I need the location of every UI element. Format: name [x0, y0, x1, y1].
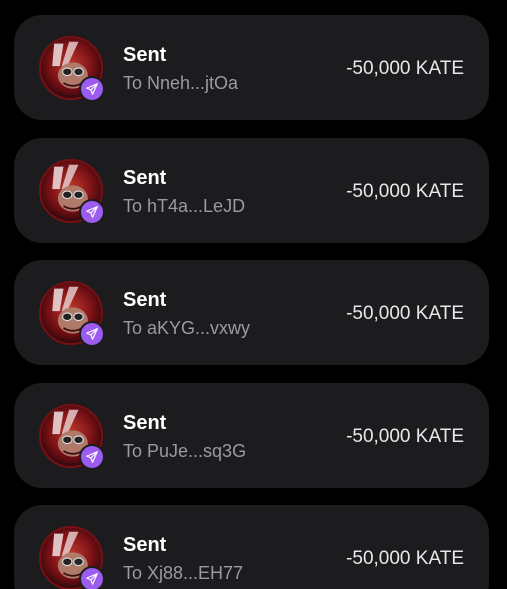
transaction-recipient: To aKYG...vxwy — [123, 318, 251, 338]
transaction-recipient: To Nneh...jtOa — [123, 73, 239, 93]
transaction-recipient: To PuJe...sq3G — [123, 441, 247, 461]
token-avatar-group — [39, 404, 105, 470]
transaction-card[interactable]: Sent To Nneh...jtOa -50,000 KATE — [14, 15, 489, 120]
transaction-amount: -50,000 KATE — [346, 181, 464, 202]
transaction-list: Sent To Nneh...jtOa -50,000 KATE Sent To… — [0, 0, 507, 589]
transaction-title: Sent — [123, 44, 167, 66]
transaction-title: Sent — [123, 412, 167, 434]
token-avatar-group — [39, 526, 105, 589]
send-icon — [85, 205, 99, 219]
send-badge — [79, 566, 105, 589]
send-badge — [79, 444, 105, 470]
transaction-amount: -50,000 KATE — [346, 58, 464, 79]
transaction-title: Sent — [123, 289, 167, 311]
transaction-card[interactable]: Sent To Xj88...EH77 -50,000 KATE — [14, 505, 489, 589]
transaction-amount: -50,000 KATE — [346, 303, 464, 324]
transaction-recipient: To Xj88...EH77 — [123, 563, 244, 583]
token-avatar-group — [39, 36, 105, 102]
token-avatar-group — [39, 159, 105, 225]
transaction-card[interactable]: Sent To hT4a...LeJD -50,000 KATE — [14, 138, 489, 243]
send-icon — [85, 450, 99, 464]
transaction-title: Sent — [123, 534, 167, 556]
send-icon — [85, 82, 99, 96]
token-avatar-group — [39, 281, 105, 347]
transaction-amount: -50,000 KATE — [346, 426, 464, 447]
transaction-amount: -50,000 KATE — [346, 548, 464, 569]
send-badge — [79, 199, 105, 225]
transaction-card[interactable]: Sent To aKYG...vxwy -50,000 KATE — [14, 260, 489, 365]
send-icon — [85, 327, 99, 341]
send-badge — [79, 76, 105, 102]
transaction-card[interactable]: Sent To PuJe...sq3G -50,000 KATE — [14, 383, 489, 488]
send-badge — [79, 321, 105, 347]
transaction-recipient: To hT4a...LeJD — [123, 196, 246, 216]
send-icon — [85, 572, 99, 586]
transaction-title: Sent — [123, 167, 167, 189]
